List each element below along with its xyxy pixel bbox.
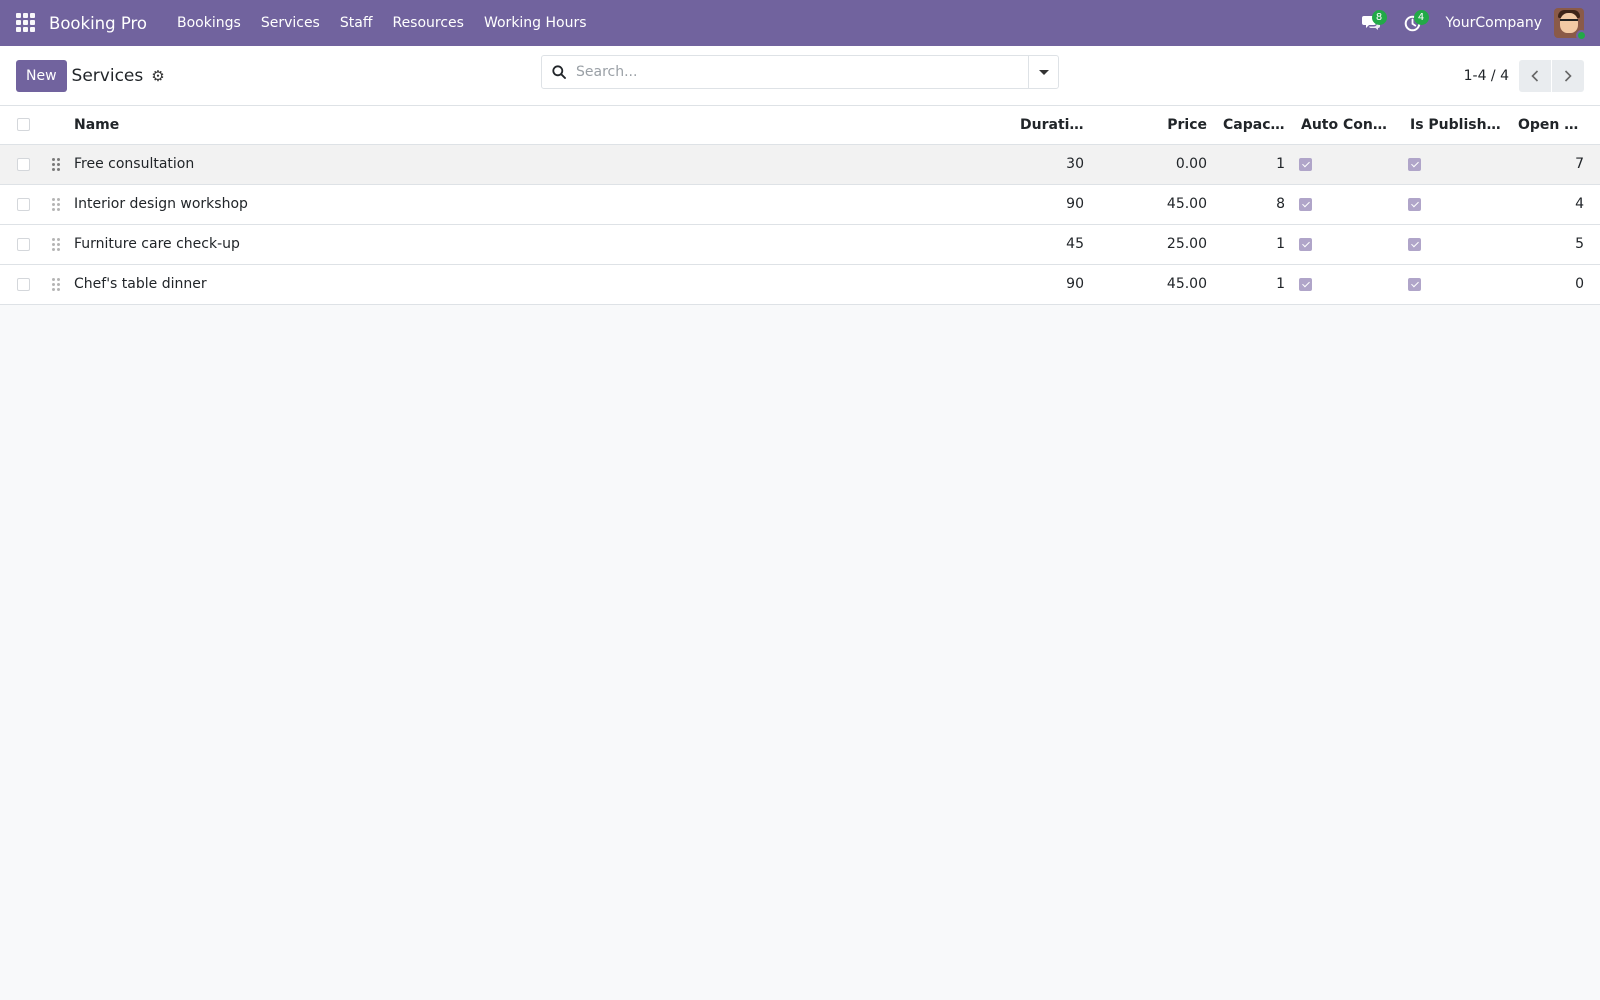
table-row[interactable]: Free consultation 30 0.00 1 7	[0, 144, 1600, 185]
row-select-checkbox[interactable]	[17, 197, 30, 211]
cell-name[interactable]: Furniture care check-up	[66, 224, 1012, 265]
systray: 8 4 YourCompany	[1350, 0, 1600, 46]
app-menu-icon[interactable]	[16, 13, 36, 33]
table-header-row: Name Duratio... Price Capacity Auto Conf…	[0, 106, 1600, 145]
control-panel: New Services ⚙ 1-4 / 4	[0, 46, 1600, 106]
is-published-checkbox	[1408, 197, 1421, 211]
cell-capacity: 1	[1215, 264, 1293, 305]
search-options-toggle[interactable]	[1028, 56, 1058, 88]
table-row[interactable]: Furniture care check-up 45 25.00 1 5	[0, 224, 1600, 265]
cell-open-bookings: 7	[1510, 144, 1600, 185]
cell-capacity: 1	[1215, 224, 1293, 265]
auto-confirm-checkbox	[1299, 237, 1312, 251]
column-header-name[interactable]: Name	[66, 106, 1012, 145]
search-icon	[542, 65, 576, 79]
nav-item-bookings[interactable]: Bookings	[167, 0, 251, 46]
gear-icon[interactable]: ⚙	[151, 67, 164, 85]
column-header-is-published[interactable]: Is Published	[1402, 106, 1510, 145]
cell-price: 25.00	[1092, 224, 1215, 265]
table-row[interactable]: Chef's table dinner 90 45.00 1 0	[0, 264, 1600, 305]
nav-item-resources[interactable]: Resources	[382, 0, 474, 46]
cell-open-bookings: 0	[1510, 264, 1600, 305]
nav-item-services[interactable]: Services	[251, 0, 330, 46]
user-avatar[interactable]	[1554, 8, 1587, 41]
row-select-checkbox[interactable]	[17, 237, 30, 251]
column-header-auto-confirm[interactable]: Auto Confirm	[1293, 106, 1402, 145]
auto-confirm-checkbox	[1299, 157, 1312, 171]
pager-previous-button[interactable]	[1519, 60, 1551, 92]
drag-handle-icon[interactable]	[52, 157, 60, 171]
services-table: Name Duratio... Price Capacity Auto Conf…	[0, 106, 1600, 305]
pager-value[interactable]: 1-4 / 4	[1464, 68, 1509, 84]
caret-down-icon	[1038, 69, 1049, 75]
messages-badge: 8	[1371, 10, 1387, 25]
column-header-price[interactable]: Price	[1092, 106, 1215, 145]
search-bar	[541, 55, 1059, 89]
cell-price: 45.00	[1092, 184, 1215, 225]
nav-item-working-hours[interactable]: Working Hours	[474, 0, 597, 46]
cell-price: 0.00	[1092, 144, 1215, 185]
main-navbar: Booking Pro Bookings Services Staff Reso…	[0, 0, 1600, 46]
cell-capacity: 8	[1215, 184, 1293, 225]
column-header-duration[interactable]: Duratio...	[1012, 106, 1092, 145]
cell-capacity: 1	[1215, 144, 1293, 185]
cell-duration: 45	[1012, 224, 1092, 265]
company-switcher[interactable]: YourCompany	[1446, 15, 1543, 31]
row-select-checkbox[interactable]	[17, 157, 30, 171]
cell-duration: 90	[1012, 184, 1092, 225]
is-published-checkbox	[1408, 157, 1421, 171]
app-brand[interactable]: Booking Pro	[49, 14, 147, 33]
search-input[interactable]	[576, 56, 1028, 88]
row-select-checkbox[interactable]	[17, 277, 30, 291]
is-published-checkbox	[1408, 237, 1421, 251]
nav-item-staff[interactable]: Staff	[330, 0, 383, 46]
select-all-checkbox[interactable]	[17, 118, 30, 132]
activities-badge: 4	[1413, 10, 1429, 25]
cell-open-bookings: 4	[1510, 184, 1600, 225]
pager: 1-4 / 4	[1464, 60, 1584, 92]
column-header-open-bookings[interactable]: Open bo...	[1510, 106, 1600, 145]
page-title: Services	[71, 65, 144, 86]
chevron-left-icon	[1531, 70, 1539, 82]
drag-handle-icon[interactable]	[52, 277, 60, 291]
column-header-capacity[interactable]: Capacity	[1215, 106, 1293, 145]
cell-price: 45.00	[1092, 264, 1215, 305]
auto-confirm-checkbox	[1299, 277, 1312, 291]
nav-menu: Bookings Services Staff Resources Workin…	[167, 0, 597, 46]
cell-open-bookings: 5	[1510, 224, 1600, 265]
cell-name[interactable]: Free consultation	[66, 144, 1012, 185]
chevron-right-icon	[1564, 70, 1572, 82]
table-row[interactable]: Interior design workshop 90 45.00 8 4	[0, 184, 1600, 225]
cell-duration: 30	[1012, 144, 1092, 185]
messages-button[interactable]: 8	[1350, 0, 1392, 46]
is-published-checkbox	[1408, 277, 1421, 291]
activities-button[interactable]: 4	[1392, 0, 1434, 46]
cell-name[interactable]: Interior design workshop	[66, 184, 1012, 225]
cell-duration: 90	[1012, 264, 1092, 305]
drag-handle-icon[interactable]	[52, 237, 60, 251]
online-status-icon	[1576, 30, 1587, 41]
services-list: Name Duratio... Price Capacity Auto Conf…	[0, 106, 1600, 305]
drag-handle-icon[interactable]	[52, 197, 60, 211]
pager-next-button[interactable]	[1552, 60, 1584, 92]
cell-name[interactable]: Chef's table dinner	[66, 264, 1012, 305]
new-button[interactable]: New	[16, 59, 67, 92]
auto-confirm-checkbox	[1299, 197, 1312, 211]
